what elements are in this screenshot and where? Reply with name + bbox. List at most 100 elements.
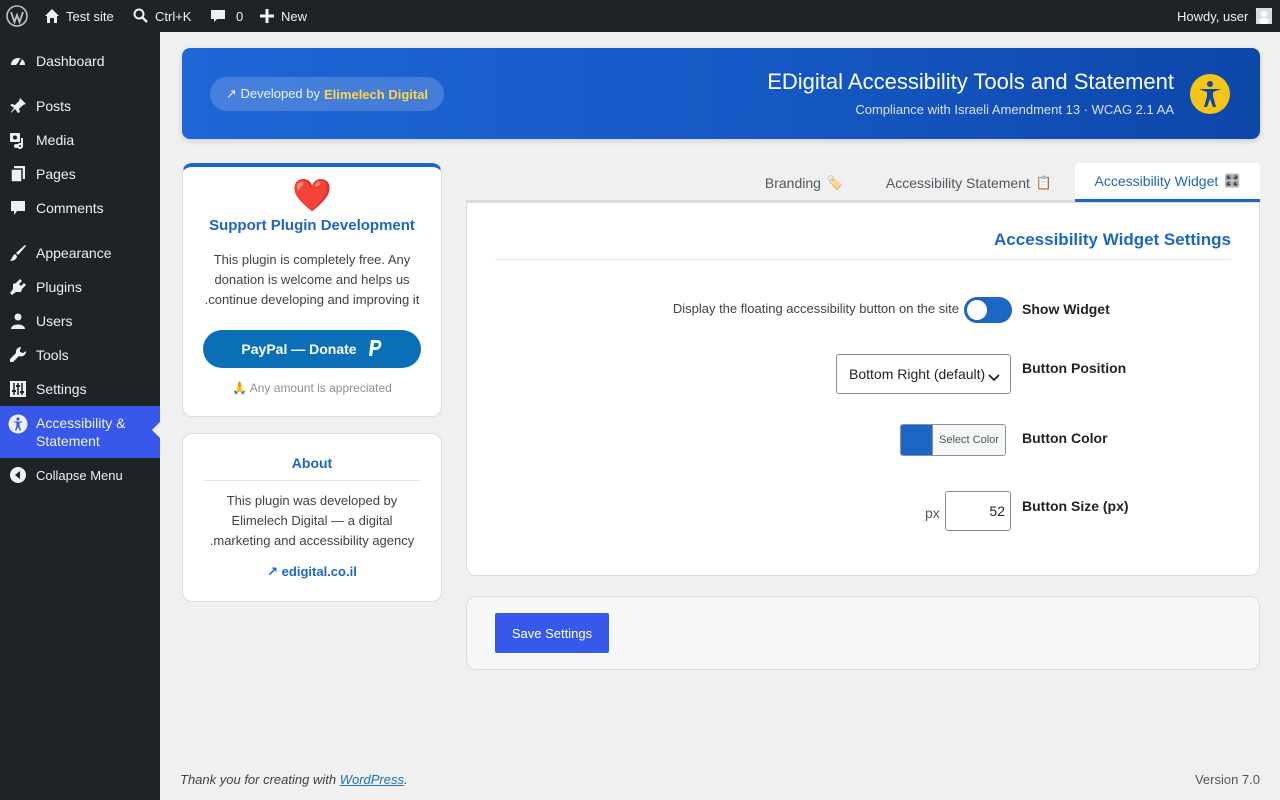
avatar bbox=[1256, 8, 1273, 24]
sidebar-item-label-line2: Statement bbox=[36, 433, 100, 449]
plus-icon bbox=[259, 8, 275, 24]
sidebar-item-label: Plugins bbox=[36, 279, 82, 295]
sliders-icon bbox=[8, 379, 28, 399]
sidebar-item-label: Pages bbox=[36, 166, 76, 182]
about-card: About This plugin was developed by Elime… bbox=[182, 433, 442, 602]
page-subtitle: Compliance with Israeli Amendment 13 · W… bbox=[855, 102, 1174, 117]
site-name-link[interactable]: Test site bbox=[44, 0, 114, 32]
pages-icon bbox=[8, 164, 28, 184]
accessibility-icon bbox=[8, 414, 28, 434]
sidebar-item-appearance[interactable]: Appearance bbox=[0, 238, 160, 268]
button-position-value: Bottom Right (default) bbox=[849, 366, 986, 382]
button-size-input[interactable] bbox=[945, 491, 1011, 531]
wordpress-link[interactable]: WordPress bbox=[340, 772, 404, 787]
control-knobs-icon: 🎛️ bbox=[1224, 173, 1241, 188]
support-description: This plugin is completely free. Any dona… bbox=[203, 250, 421, 310]
sidebar-item-label: Accessibility & Statement bbox=[36, 414, 125, 450]
page-title: EDigital Accessibility Tools and Stateme… bbox=[767, 69, 1174, 94]
button-size-label: Button Size (px) bbox=[1022, 498, 1129, 514]
developer-credit-link[interactable]: ↗ Developed by Elimelech Digital bbox=[210, 77, 445, 111]
sidebar-item-label: Tools bbox=[36, 347, 69, 363]
sidebar-item-label: Posts bbox=[36, 98, 72, 114]
panel-title: Accessibility Widget Settings bbox=[994, 230, 1231, 249]
about-line: .marketing and accessibility agency bbox=[209, 533, 415, 548]
sidebar-item-plugins[interactable]: Plugins bbox=[0, 272, 160, 302]
plug-icon bbox=[8, 277, 28, 297]
button-color-label: Button Color bbox=[1022, 430, 1108, 446]
comments-link[interactable]: 0 bbox=[210, 0, 243, 32]
button-position-label: Button Position bbox=[1022, 360, 1127, 376]
footer-thanks-suffix: . bbox=[404, 772, 408, 787]
chevron-down-icon bbox=[988, 369, 1000, 385]
about-description: This plugin was developed by Elimelech D… bbox=[203, 491, 421, 551]
sidebar-item-accessibility[interactable]: Accessibility & Statement bbox=[0, 406, 160, 458]
pin-icon bbox=[8, 96, 28, 116]
sidebar-item-label: Collapse Menu bbox=[36, 467, 123, 483]
sidebar-item-label: Settings bbox=[36, 381, 87, 397]
search-shortcut[interactable]: Ctrl+K bbox=[133, 0, 191, 32]
search-icon bbox=[133, 8, 149, 24]
comments-count: 0 bbox=[236, 8, 244, 24]
new-content-link[interactable]: New bbox=[259, 0, 307, 32]
show-widget-toggle[interactable] bbox=[964, 297, 1012, 323]
paypal-icon bbox=[367, 339, 383, 360]
color-swatch bbox=[901, 425, 932, 455]
site-name: Test site bbox=[66, 8, 114, 24]
about-title: About bbox=[203, 455, 421, 481]
about-line: Elimelech Digital — a digital bbox=[231, 513, 393, 528]
save-box: Save Settings bbox=[466, 596, 1260, 670]
footer-thanks-prefix: Thank you for creating with bbox=[180, 772, 337, 787]
media-icon bbox=[8, 130, 28, 150]
user-icon bbox=[8, 311, 28, 331]
show-widget-description: Display the floating accessibility butto… bbox=[672, 301, 959, 316]
heart-icon: ❤️ bbox=[292, 177, 332, 213]
divider bbox=[495, 259, 1231, 260]
wordpress-logo-icon[interactable] bbox=[6, 0, 28, 32]
size-unit: px bbox=[925, 505, 940, 521]
tab-branding[interactable]: Branding 🏷️ bbox=[750, 163, 858, 202]
plugin-header-banner: ↗ Developed by Elimelech Digital EDigita… bbox=[182, 48, 1260, 139]
sidebar-item-label: Comments bbox=[36, 200, 104, 216]
tab-accessibility-statement[interactable]: Accessibility Statement 📋 bbox=[870, 163, 1068, 202]
sidebar-item-label: Media bbox=[36, 132, 75, 148]
tab-accessibility-widget[interactable]: Accessibility Widget 🎛️ bbox=[1075, 163, 1260, 202]
select-color-button[interactable]: Select Color bbox=[932, 425, 1005, 455]
developer-credit-prefix: ↗ Developed by bbox=[226, 86, 321, 101]
sidebar-item-pages[interactable]: Pages bbox=[0, 159, 160, 189]
widget-settings-panel: Accessibility Widget Settings Display th… bbox=[466, 203, 1260, 576]
brush-icon bbox=[8, 243, 28, 263]
sidebar-item-label: Users bbox=[36, 313, 73, 329]
sidebar-item-comments[interactable]: Comments bbox=[0, 193, 160, 223]
sidebar-item-label: Appearance bbox=[36, 245, 112, 261]
collapse-icon bbox=[8, 465, 28, 485]
accessibility-icon bbox=[1190, 74, 1230, 114]
search-shortcut-label: Ctrl+K bbox=[155, 8, 192, 24]
sidebar-item-label: Dashboard bbox=[36, 53, 105, 69]
website-link[interactable]: ↗ edigital.co.il bbox=[183, 564, 441, 580]
sidebar-item-tools[interactable]: Tools bbox=[0, 340, 160, 370]
sidebar-item-settings[interactable]: Settings bbox=[0, 374, 160, 404]
sidebar-item-media[interactable]: Media bbox=[0, 125, 160, 155]
save-settings-button[interactable]: Save Settings bbox=[495, 613, 609, 653]
wrench-icon bbox=[8, 345, 28, 365]
footer-thanks: Thank you for creating with WordPress. bbox=[180, 772, 408, 787]
support-line: donation is welcome and helps us bbox=[214, 272, 410, 287]
footer-version: Version 7.0 bbox=[1194, 772, 1260, 787]
sidebar-item-dashboard[interactable]: Dashboard bbox=[0, 46, 160, 76]
support-line: This plugin is completely free. Any bbox=[213, 252, 411, 267]
collapse-menu-button[interactable]: Collapse Menu bbox=[0, 460, 160, 490]
tab-label: Accessibility Statement bbox=[885, 174, 1030, 191]
button-position-select[interactable]: Bottom Right (default) bbox=[836, 354, 1011, 394]
sidebar-item-users[interactable]: Users bbox=[0, 306, 160, 336]
show-widget-label: Show Widget bbox=[1022, 301, 1110, 317]
comment-icon bbox=[8, 198, 28, 218]
paypal-donate-button[interactable]: PayPal — Donate bbox=[203, 330, 421, 368]
sidebar-item-posts[interactable]: Posts bbox=[0, 91, 160, 121]
account-menu[interactable]: Howdy, user bbox=[1177, 0, 1273, 32]
button-color-picker[interactable]: Select Color bbox=[900, 424, 1006, 456]
tab-label: Branding bbox=[764, 174, 821, 191]
admin-sidebar: Dashboard Posts Media Pages Comments App… bbox=[0, 32, 160, 800]
support-card: ❤️ Support Plugin Development This plugi… bbox=[182, 163, 442, 417]
sidebar-item-label-line1: Accessibility & bbox=[36, 415, 126, 431]
developer-name: Elimelech Digital bbox=[324, 86, 429, 102]
